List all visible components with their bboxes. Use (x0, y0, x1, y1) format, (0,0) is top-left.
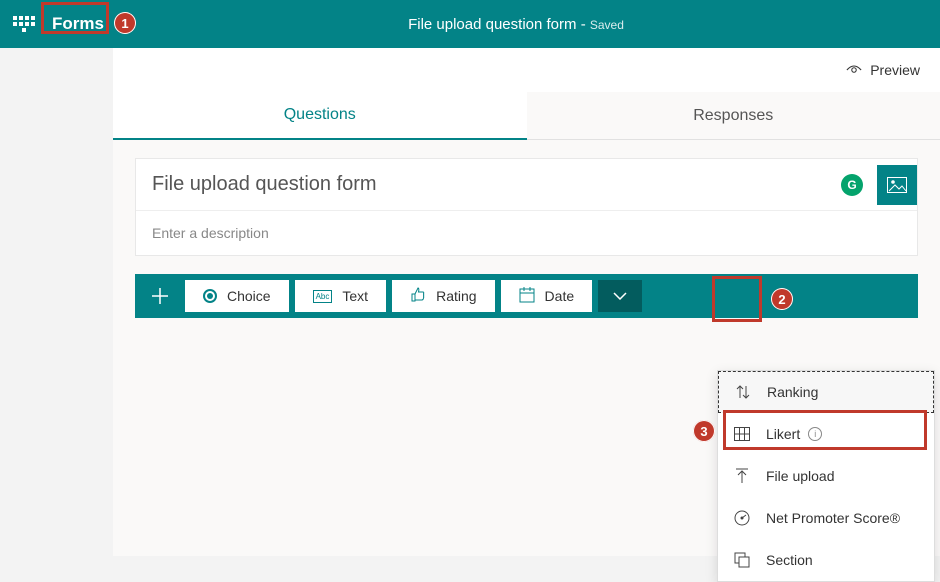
section-icon (734, 552, 750, 568)
date-label: Date (545, 288, 575, 304)
ranking-icon (735, 384, 751, 400)
image-icon (887, 177, 907, 193)
header-form-title: File upload question form (408, 16, 576, 33)
chevron-down-icon (613, 292, 627, 300)
likert-icon (734, 426, 750, 442)
question-type-date[interactable]: Date (501, 280, 593, 312)
header-save-status: Saved (590, 18, 624, 32)
grammarly-icon[interactable]: G (841, 174, 863, 196)
app-launcher-icon[interactable] (12, 12, 36, 36)
rating-label: Rating (436, 288, 476, 304)
question-type-text[interactable]: Abc Text (295, 280, 386, 312)
info-icon[interactable]: i (808, 427, 822, 441)
tab-responses-label: Responses (693, 107, 773, 125)
preview-icon (846, 62, 862, 78)
app-name[interactable]: Forms (52, 14, 104, 34)
file-upload-icon (734, 468, 750, 484)
add-image-button[interactable] (877, 165, 917, 205)
title-row: G (136, 159, 917, 211)
header-save-dash: - (581, 16, 590, 33)
choice-icon (203, 289, 217, 303)
annotation-badge-1: 1 (114, 12, 136, 34)
text-label: Text (342, 288, 368, 304)
form-title-input[interactable] (152, 173, 841, 196)
tab-questions-label: Questions (284, 106, 356, 124)
description-placeholder: Enter a description (152, 225, 269, 241)
tab-questions[interactable]: Questions (113, 92, 527, 140)
form-description[interactable]: Enter a description (136, 211, 917, 255)
plus-icon (151, 287, 169, 305)
add-question-button[interactable] (141, 280, 179, 312)
menu-item-file-upload[interactable]: File upload (718, 455, 934, 497)
rating-icon (410, 286, 426, 307)
title-card: G Enter a description (135, 158, 918, 256)
tab-row: Questions Responses (113, 92, 940, 140)
date-icon (519, 287, 535, 306)
tab-responses[interactable]: Responses (527, 92, 940, 140)
choice-label: Choice (227, 288, 271, 304)
add-question-row: Choice Abc Text Rating Date (135, 274, 918, 318)
more-types-button[interactable] (598, 280, 642, 312)
text-icon: Abc (313, 290, 333, 303)
menu-item-ranking[interactable]: Ranking (718, 371, 934, 413)
menu-item-nps[interactable]: Net Promoter Score® (718, 497, 934, 539)
preview-label: Preview (870, 62, 920, 78)
question-type-rating[interactable]: Rating (392, 280, 494, 312)
preview-button[interactable]: Preview (846, 62, 920, 78)
annotation-badge-3: 3 (693, 420, 715, 442)
menu-item-likert[interactable]: Likert i (718, 413, 934, 455)
app-header: Forms File upload question form - Saved (0, 0, 940, 48)
section-label: Section (766, 552, 813, 568)
ranking-label: Ranking (767, 384, 818, 400)
likert-label: Likert (766, 426, 800, 442)
annotation-badge-2: 2 (771, 288, 793, 310)
nps-label: Net Promoter Score® (766, 510, 900, 526)
menu-item-section[interactable]: Section (718, 539, 934, 581)
nps-icon (734, 510, 750, 526)
question-type-choice[interactable]: Choice (185, 280, 289, 312)
file-upload-label: File upload (766, 468, 835, 484)
more-types-menu: Ranking Likert i File upload Net Promote… (717, 370, 935, 582)
form-title-header: File upload question form - Saved (104, 16, 928, 33)
main-panel: Preview Questions Responses G (113, 48, 940, 556)
command-bar: Preview (113, 48, 940, 92)
